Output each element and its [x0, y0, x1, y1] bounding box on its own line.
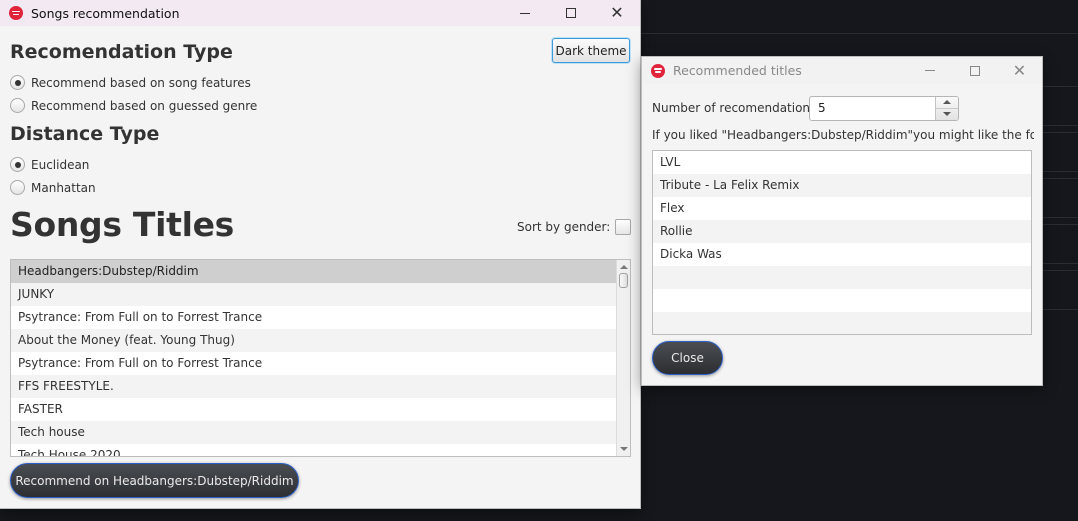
songs-list-scrollbar[interactable]	[616, 260, 630, 456]
list-item[interactable]: Psytrance: From Full on to Forrest Tranc…	[11, 352, 616, 375]
background-divider	[640, 33, 1078, 34]
dark-theme-button[interactable]: Dark theme	[552, 38, 630, 63]
title-bar[interactable]: Recommended titles ✕	[642, 57, 1042, 84]
songs-recommendation-window: Songs recommendation ✕ Recomendation Typ…	[0, 0, 640, 508]
radio-label: Euclidean	[31, 157, 90, 172]
maximize-icon	[566, 8, 576, 18]
close-button[interactable]: Close	[652, 341, 723, 375]
background-panel	[1043, 224, 1078, 264]
songs-titles-heading: Songs Titles	[10, 205, 235, 244]
minimize-icon	[520, 12, 530, 14]
list-item[interactable]: Headbangers:Dubstep/Riddim	[11, 260, 616, 283]
radio-indicator	[10, 98, 25, 113]
distance-type-heading: Distance Type	[10, 123, 160, 145]
music-app-icon	[651, 63, 665, 78]
recommendation-message: If you liked "Headbangers:Dubstep/Riddim…	[652, 128, 1034, 142]
spinner-buttons	[935, 97, 958, 120]
background-panel	[1043, 178, 1078, 218]
minimize-button[interactable]	[502, 0, 548, 26]
list-item[interactable]: JUNKY	[11, 283, 616, 306]
sort-by-gender-toggle[interactable]: Sort by gender:	[517, 219, 632, 235]
list-item[interactable]: Rollie	[653, 220, 1031, 243]
chevron-up-icon	[943, 100, 951, 105]
radio-label: Recommend based on guessed genre	[31, 98, 258, 113]
list-item[interactable]: Dicka Was	[653, 243, 1031, 266]
list-item	[653, 266, 1031, 289]
list-item[interactable]: About the Money (feat. Young Thug)	[11, 329, 616, 352]
background-panel	[1043, 132, 1078, 172]
maximize-button[interactable]	[952, 57, 997, 84]
recommendation-count-label: Number of recomendations	[652, 101, 817, 115]
songs-list[interactable]: Headbangers:Dubstep/Riddim JUNKY Psytran…	[10, 259, 631, 457]
recommended-titles-window: Recommended titles ✕ Number of recomenda…	[642, 57, 1042, 385]
radio-label: Manhattan	[31, 180, 96, 195]
music-app-icon	[9, 6, 23, 20]
radio-indicator	[10, 157, 25, 172]
list-item[interactable]: Tribute - La Felix Remix	[653, 174, 1031, 197]
background-panel	[1043, 86, 1078, 126]
radio-euclidean[interactable]: Euclidean	[10, 157, 89, 172]
scroll-down-icon[interactable]	[620, 447, 628, 451]
minimize-icon	[924, 70, 935, 71]
recommendation-type-heading: Recomendation Type	[10, 41, 233, 63]
spinner-value[interactable]: 5	[818, 97, 826, 120]
close-icon: ✕	[1012, 60, 1027, 80]
maximize-icon	[969, 65, 980, 76]
list-item[interactable]: Tech House 2020	[11, 444, 616, 456]
list-item	[653, 289, 1031, 312]
list-item[interactable]: LVL	[653, 151, 1031, 174]
list-item[interactable]: Flex	[653, 197, 1031, 220]
radio-guessed-genre[interactable]: Recommend based on guessed genre	[10, 98, 257, 113]
scroll-up-icon[interactable]	[620, 265, 628, 269]
minimize-button[interactable]	[907, 57, 952, 84]
radio-song-features[interactable]: Recommend based on song features	[10, 75, 251, 90]
list-item[interactable]: Tech house	[11, 421, 616, 444]
list-item[interactable]: FFS FREESTYLE.	[11, 375, 616, 398]
list-item[interactable]: Psytrance: From Full on to Forrest Tranc…	[11, 306, 616, 329]
radio-indicator	[10, 75, 25, 90]
sort-by-gender-label: Sort by gender:	[517, 220, 611, 234]
close-icon: ✕	[610, 3, 624, 22]
songs-list-rows: Headbangers:Dubstep/Riddim JUNKY Psytran…	[11, 260, 616, 456]
window-title: Songs recommendation	[31, 5, 180, 21]
recommended-list[interactable]: LVL Tribute - La Felix Remix Flex Rollie…	[652, 150, 1032, 335]
close-window-button[interactable]: ✕	[997, 57, 1042, 84]
spinner-decrement-button[interactable]	[936, 109, 958, 121]
maximize-button[interactable]	[548, 0, 594, 26]
recommendation-count-spinner[interactable]: 5	[809, 96, 959, 121]
radio-manhattan[interactable]: Manhattan	[10, 180, 96, 195]
recommend-button[interactable]: Recommend on Headbangers:Dubstep/Riddim	[10, 463, 299, 498]
radio-label: Recommend based on song features	[31, 75, 251, 90]
background-panel	[1043, 270, 1078, 310]
radio-indicator	[10, 180, 25, 195]
title-bar[interactable]: Songs recommendation ✕	[0, 0, 640, 26]
list-item[interactable]: FASTER	[11, 398, 616, 421]
scrollbar-thumb[interactable]	[619, 273, 628, 288]
spinner-increment-button[interactable]	[936, 97, 958, 109]
close-window-button[interactable]: ✕	[594, 0, 640, 26]
list-item	[653, 312, 1031, 334]
sort-by-gender-checkbox[interactable]	[615, 219, 632, 235]
chevron-down-icon	[943, 112, 951, 117]
window-title: Recommended titles	[673, 63, 802, 78]
